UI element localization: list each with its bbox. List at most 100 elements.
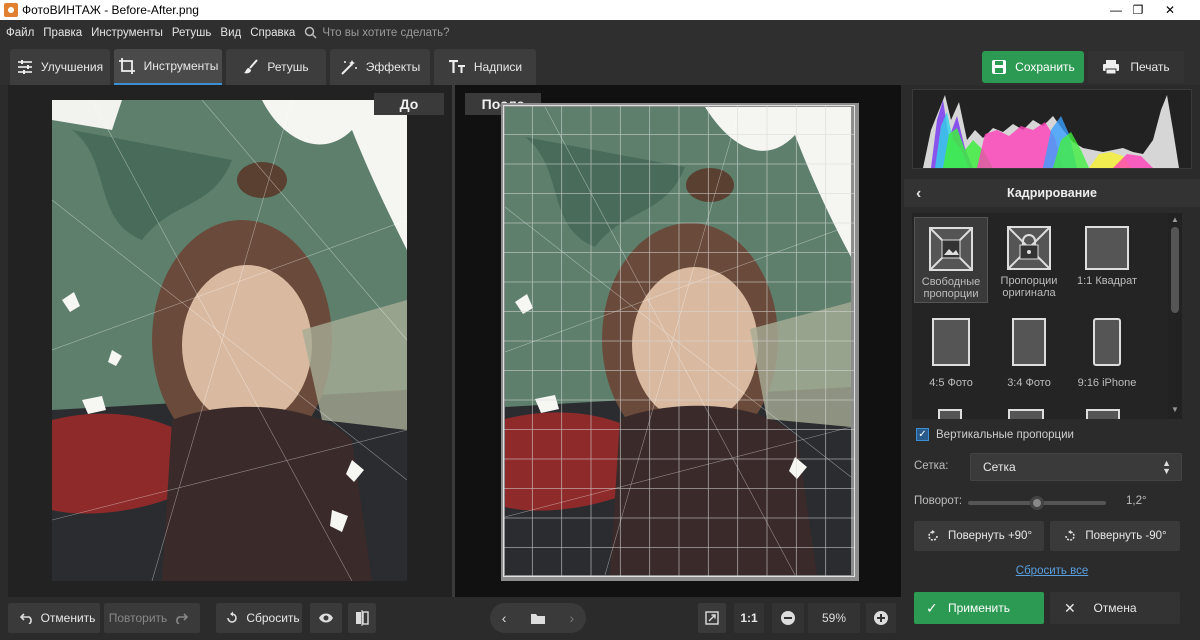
- crop-presets: Свободные пропорции Пропорции оригинала …: [912, 213, 1168, 419]
- sliders-icon: [17, 60, 32, 74]
- preset-label: оригинала: [1002, 287, 1056, 299]
- file-navigation: ‹ ›: [490, 603, 586, 633]
- rotation-slider[interactable]: [968, 496, 1106, 510]
- tab-captions[interactable]: Надписи: [434, 49, 536, 85]
- reset-all-link[interactable]: Сбросить все: [904, 565, 1200, 577]
- rotation-value: 1,2°: [1126, 495, 1147, 507]
- cancel-label: Отмена: [1093, 601, 1137, 615]
- reset-label: Сбросить: [246, 611, 300, 625]
- tab-label: Улучшения: [40, 60, 104, 74]
- menu-help[interactable]: Справка: [250, 27, 295, 39]
- preset-label: 9:16 iPhone: [1077, 377, 1137, 389]
- updown-icon: ▲ ▼: [1162, 458, 1171, 476]
- print-button[interactable]: Печать: [1088, 51, 1184, 83]
- locked-crop-icon: [1007, 226, 1051, 270]
- redo-button[interactable]: Повторить: [104, 603, 200, 633]
- preview-button[interactable]: [310, 603, 342, 633]
- rotate-plus-label: Повернуть +90°: [947, 530, 1033, 542]
- rotate-ccw-icon: [1065, 530, 1076, 541]
- preset-label: Свободные: [921, 276, 981, 288]
- plus-circle-icon: [874, 611, 888, 625]
- preset-partial: [1086, 409, 1120, 419]
- magic-wand-icon: [341, 60, 357, 75]
- app-logo-icon: [4, 3, 18, 17]
- before-photo: [52, 100, 407, 581]
- portrait-45-icon: [932, 318, 970, 366]
- menu-bar: Файл Правка Инструменты Ретушь Вид Справ…: [0, 20, 1200, 45]
- actual-size-button[interactable]: 1:1: [734, 603, 764, 633]
- grid-select[interactable]: Сетка ▲ ▼: [970, 453, 1182, 481]
- menu-edit[interactable]: Правка: [43, 27, 82, 39]
- grid-select-value: Сетка: [983, 460, 1016, 474]
- check-icon: ✓: [926, 599, 938, 616]
- tab-improvements[interactable]: Улучшения: [10, 49, 110, 85]
- crop-icon: [118, 58, 135, 74]
- undo-label: Отменить: [40, 611, 96, 625]
- before-label: До: [374, 93, 444, 115]
- tab-retouch[interactable]: Ретушь: [226, 49, 326, 85]
- rotate-minus-button[interactable]: Повернуть -90°: [1050, 521, 1180, 551]
- histogram: [912, 89, 1192, 169]
- fit-screen-button[interactable]: [698, 603, 726, 633]
- tab-label: Ретушь: [267, 60, 309, 74]
- rotate-plus-button[interactable]: Повернуть +90°: [914, 521, 1044, 551]
- undo-icon: [19, 613, 32, 624]
- bottom-bar: Отменить Повторить Сбросить ‹ › 1:1 59%: [0, 597, 904, 640]
- zoom-out-button[interactable]: [772, 603, 804, 633]
- crop-title: Кадрирование: [1007, 186, 1097, 200]
- vertical-proportions-row[interactable]: ✓ Вертикальные пропорции: [916, 428, 1074, 441]
- menu-retouch[interactable]: Ретушь: [172, 27, 212, 39]
- scroll-up-icon[interactable]: ▲: [1171, 215, 1179, 224]
- cancel-button[interactable]: ✕ Отмена: [1050, 592, 1180, 624]
- preset-square[interactable]: 1:1 Квадрат: [1070, 225, 1144, 287]
- menu-search[interactable]: Что вы хотите сделать?: [304, 26, 449, 39]
- window-title: ФотоВИНТАЖ - Before-After.png: [22, 3, 199, 17]
- print-label: Печать: [1130, 60, 1170, 74]
- brush-icon: [244, 59, 259, 74]
- close-button[interactable]: ✕: [1150, 0, 1190, 20]
- zoom-in-button[interactable]: [866, 603, 896, 633]
- rotate-minus-label: Повернуть -90°: [1085, 530, 1167, 542]
- redo-label: Повторить: [108, 611, 168, 625]
- save-button[interactable]: Сохранить: [982, 51, 1084, 83]
- menu-tools[interactable]: Инструменты: [91, 27, 163, 39]
- next-arrow-icon[interactable]: ›: [570, 610, 575, 626]
- tab-tools[interactable]: Инструменты: [114, 49, 222, 85]
- scroll-thumb[interactable]: [1171, 227, 1179, 313]
- compare-button[interactable]: [348, 603, 376, 633]
- undo-button[interactable]: Отменить: [8, 603, 100, 633]
- menu-file[interactable]: Файл: [6, 27, 34, 39]
- square-icon: [1085, 226, 1129, 270]
- scroll-down-icon[interactable]: ▼: [1171, 405, 1179, 414]
- main-toolbar: Улучшения Инструменты Ретушь Эффекты Над…: [0, 45, 1200, 85]
- back-arrow-icon[interactable]: ‹: [916, 185, 921, 203]
- tab-label: Инструменты: [143, 59, 219, 73]
- free-crop-icon: [929, 227, 973, 271]
- redo-icon: [176, 613, 189, 624]
- save-icon: [992, 60, 1007, 74]
- crop-grid[interactable]: [503, 105, 855, 577]
- preset-label: 1:1 Квадрат: [1076, 275, 1138, 287]
- right-panel: ‹ Кадрирование Свободные пропорции Пропо…: [904, 85, 1200, 640]
- text-icon: [448, 60, 465, 73]
- preset-45[interactable]: 4:5 Фото: [914, 317, 988, 389]
- presets-scrollbar[interactable]: ▲ ▼: [1168, 213, 1182, 419]
- preset-34[interactable]: 3:4 Фото: [992, 317, 1066, 389]
- preset-original[interactable]: Пропорции оригинала: [992, 225, 1066, 299]
- after-pane: После: [455, 85, 901, 597]
- tab-effects[interactable]: Эффекты: [330, 49, 430, 85]
- zoom-value[interactable]: 59%: [808, 603, 860, 633]
- menu-view[interactable]: Вид: [220, 27, 241, 39]
- preset-label: 4:5 Фото: [929, 377, 973, 389]
- rotation-slider-knob[interactable]: [1030, 496, 1044, 510]
- folder-icon[interactable]: [530, 612, 546, 625]
- apply-button[interactable]: ✓ Применить: [914, 592, 1044, 624]
- prev-arrow-icon[interactable]: ‹: [502, 610, 507, 626]
- reset-button[interactable]: Сбросить: [216, 603, 302, 633]
- minus-circle-icon: [781, 611, 795, 625]
- checkbox-vertical[interactable]: ✓: [916, 428, 929, 441]
- search-icon: [305, 26, 317, 39]
- apply-label: Применить: [947, 601, 1010, 615]
- preset-916[interactable]: 9:16 iPhone: [1070, 317, 1144, 389]
- preset-free[interactable]: Свободные пропорции: [914, 217, 988, 303]
